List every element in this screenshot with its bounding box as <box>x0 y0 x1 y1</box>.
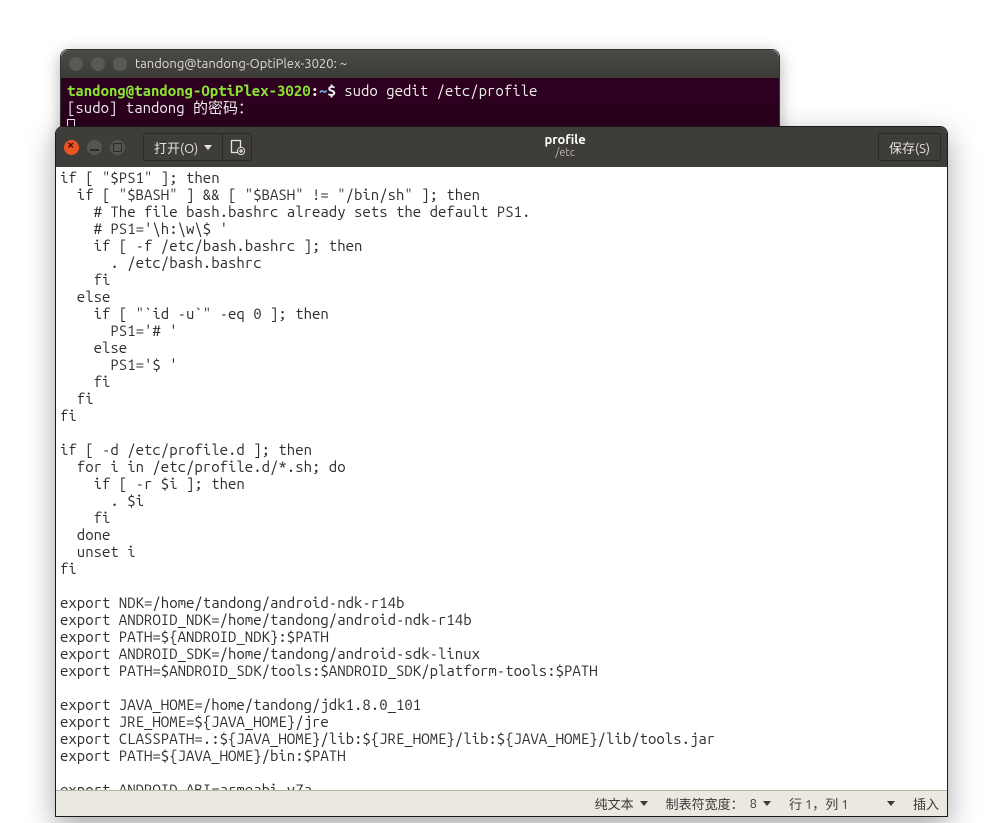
chevron-down-icon <box>640 801 648 806</box>
terminal-max-button[interactable] <box>113 57 127 71</box>
gedit-close-button[interactable] <box>64 140 79 155</box>
insert-mode-selector[interactable] <box>887 801 895 806</box>
insert-mode: 插入 <box>913 794 939 813</box>
gedit-window: 打开(O) profile /etc 保存(S) if [ "$PS1" ]; … <box>55 126 948 817</box>
prompt-user-host: tandong@tandong-OptiPlex-3020 <box>67 82 311 99</box>
tab-width-value: 8 <box>750 797 757 811</box>
open-button[interactable]: 打开(O) <box>143 133 222 161</box>
gedit-title: profile /etc <box>256 134 874 159</box>
syntax-mode-selector[interactable]: 纯文本 <box>595 794 648 813</box>
gedit-minimize-button[interactable] <box>87 140 102 155</box>
cursor-position: 行 1，列 1 <box>789 794 869 813</box>
syntax-mode-label: 纯文本 <box>595 794 634 813</box>
terminal-line-1: tandong@tandong-OptiPlex-3020:~$ sudo ge… <box>67 82 773 99</box>
terminal-titlebar[interactable]: tandong@tandong-OptiPlex-3020: ~ <box>61 50 779 78</box>
new-document-button[interactable] <box>222 133 252 161</box>
terminal-title: tandong@tandong-OptiPlex-3020: ~ <box>135 57 771 71</box>
tab-width-label: 制表符宽度： <box>666 794 744 813</box>
gedit-headerbar[interactable]: 打开(O) profile /etc 保存(S) <box>56 127 947 167</box>
chevron-down-icon <box>887 801 895 806</box>
open-button-label: 打开(O) <box>154 138 198 157</box>
insert-mode-label: 插入 <box>913 794 939 813</box>
gedit-filename: profile <box>256 134 874 148</box>
prompt-separator: : <box>311 82 319 99</box>
terminal-command: sudo gedit /etc/profile <box>344 82 537 99</box>
sudo-prompt: [sudo] tandong 的密码： <box>67 99 253 116</box>
editor-text-area[interactable]: if [ "$PS1" ]; then if [ "$BASH" ] && [ … <box>56 167 947 790</box>
chevron-down-icon <box>763 801 771 806</box>
save-button-label: 保存(S) <box>889 138 930 157</box>
gedit-maximize-button[interactable] <box>110 140 125 155</box>
prompt-marker: $ <box>327 82 344 99</box>
new-document-icon <box>229 139 245 155</box>
terminal-line-2: [sudo] tandong 的密码： <box>67 99 773 116</box>
window-controls <box>64 140 125 155</box>
terminal-min-button[interactable] <box>91 57 105 71</box>
gedit-statusbar: 纯文本 制表符宽度： 8 行 1，列 1 插入 <box>56 790 947 816</box>
tab-width-selector[interactable]: 制表符宽度： 8 <box>666 794 771 813</box>
terminal-close-button[interactable] <box>69 57 83 71</box>
gedit-filepath: /etc <box>256 148 874 160</box>
chevron-down-icon <box>204 145 212 150</box>
save-button[interactable]: 保存(S) <box>878 133 941 161</box>
line-col-label: 行 1，列 1 <box>789 794 849 813</box>
